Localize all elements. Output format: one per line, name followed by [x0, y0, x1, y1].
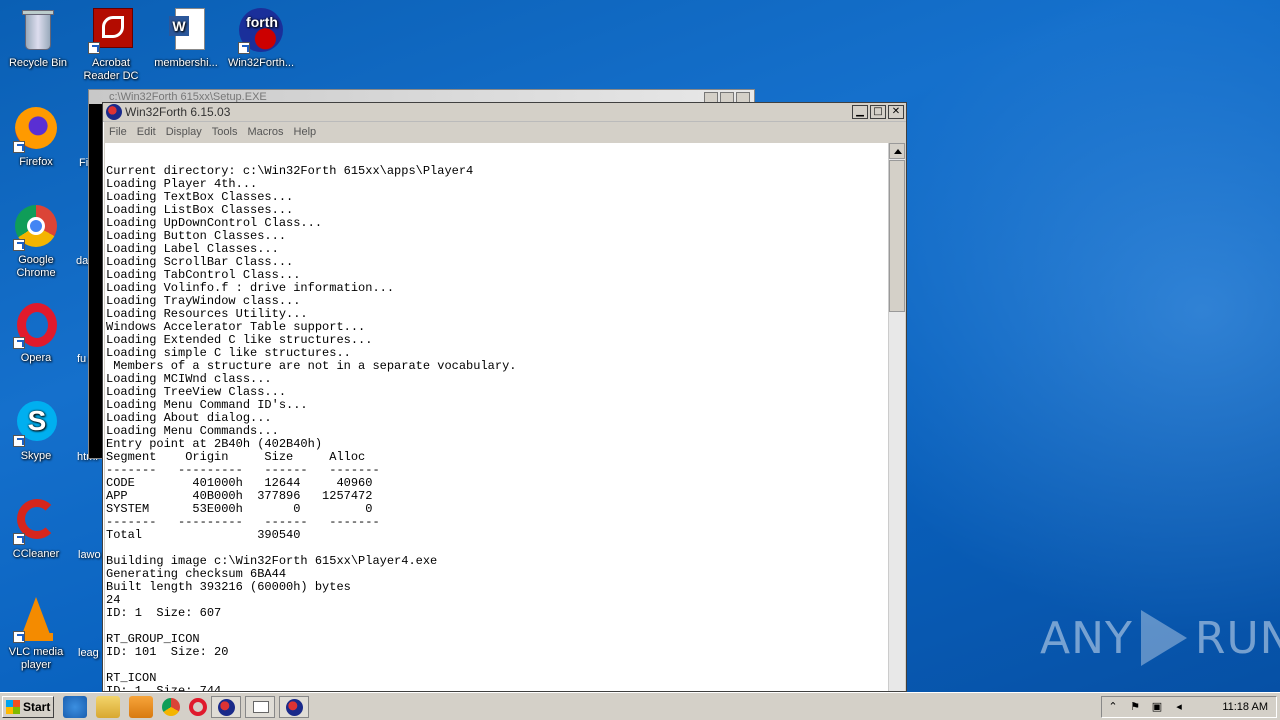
vlc-icon	[13, 597, 59, 643]
console-line: ID: 1 Size: 744	[106, 684, 222, 692]
desktop-icon-chrome[interactable]: Google Chrome	[0, 205, 74, 280]
desktop-partial-label: fu	[77, 353, 87, 365]
menu-help[interactable]: Help	[294, 126, 317, 138]
shortcut-arrow-icon	[238, 42, 250, 54]
menu-display[interactable]: Display	[166, 126, 202, 138]
win32forth-window[interactable]: Win32Forth 6.15.03 ▁ □ ✕ File Edit Displ…	[102, 102, 907, 692]
flag-icon[interactable]: ⚑	[1128, 700, 1142, 714]
media-player-icon[interactable]	[129, 695, 153, 718]
word-doc-icon: W	[163, 8, 209, 54]
opera-icon[interactable]	[189, 697, 207, 716]
forth-icon	[106, 104, 122, 120]
menu-edit[interactable]: Edit	[137, 126, 156, 138]
minimize-button[interactable]: ▁	[852, 105, 868, 119]
title-bar[interactable]: Win32Forth 6.15.03 ▁ □ ✕	[103, 103, 906, 122]
desktop-icon-ccleaner[interactable]: CCleaner	[0, 499, 74, 561]
shortcut-arrow-icon	[88, 42, 100, 54]
acrobat-icon	[88, 8, 134, 54]
start-button[interactable]: Start	[2, 695, 54, 718]
desktop-icon-vlc[interactable]: VLC media player	[0, 597, 74, 672]
scroll-thumb[interactable]	[889, 160, 905, 312]
watermark-right-text: RUN	[1194, 612, 1280, 664]
background-console-area	[89, 104, 103, 458]
opera-icon	[13, 303, 59, 349]
desktop-partial-label: da	[76, 255, 89, 267]
desktop-icon-skype[interactable]: S Skype	[0, 401, 74, 463]
menu-macros[interactable]: Macros	[247, 126, 283, 138]
desktop-partial-label: lawo	[78, 549, 101, 561]
recycle-bin-icon	[15, 8, 61, 54]
window-title: Win32Forth 6.15.03	[125, 105, 231, 119]
chrome-icon[interactable]	[162, 697, 180, 716]
forth-icon	[286, 698, 303, 716]
taskbar-item-setup[interactable]	[245, 695, 275, 718]
folder-icon[interactable]	[96, 695, 120, 718]
skype-icon: S	[13, 401, 59, 447]
window-icon	[253, 700, 269, 713]
shortcut-arrow-icon	[13, 141, 25, 153]
vertical-scrollbar[interactable]	[888, 143, 905, 691]
shortcut-arrow-icon	[13, 239, 25, 251]
taskbar-item-win32forth[interactable]	[211, 695, 241, 718]
scroll-up-button[interactable]	[889, 143, 905, 159]
shortcut-arrow-icon	[13, 337, 25, 349]
desktop-icon-membership-doc[interactable]: W membershi...	[148, 8, 224, 70]
show-hidden-icons-icon[interactable]: ⌃	[1106, 700, 1120, 714]
desktop-icon-acrobat[interactable]: Acrobat Reader DC	[73, 8, 149, 83]
close-button[interactable]: ✕	[888, 105, 904, 119]
console-line: ID: 1 Size: 607	[106, 606, 222, 620]
menu-tools[interactable]: Tools	[212, 126, 238, 138]
desktop-icon-firefox[interactable]: Firefox	[0, 107, 74, 169]
desktop-icon-recycle-bin[interactable]: Recycle Bin	[0, 8, 76, 70]
menu-file[interactable]: File	[109, 126, 127, 138]
console-text: Current directory: c:\Win32Forth 615xx\a…	[105, 143, 888, 692]
taskbar: Start ⌃ ⚑ ▣ ◂ 11:18 AM	[0, 692, 1280, 720]
system-tray: ⌃ ⚑ ▣ ◂ 11:18 AM	[1101, 696, 1277, 718]
shortcut-arrow-icon	[13, 533, 25, 545]
forth-icon: forth	[238, 8, 284, 54]
chrome-icon	[13, 205, 59, 251]
windows-logo-icon	[6, 699, 20, 714]
clock[interactable]: 11:18 AM	[1222, 701, 1268, 713]
menu-bar: File Edit Display Tools Macros Help	[103, 122, 906, 142]
network-icon[interactable]: ▣	[1150, 700, 1164, 714]
console-line: ID: 101 Size: 20	[106, 645, 229, 659]
desktop-icon-opera[interactable]: Opera	[0, 303, 74, 365]
console-line: 24	[106, 593, 121, 607]
desktop-icon-win32forth[interactable]: forth Win32Forth...	[223, 8, 299, 70]
console-line: Total 390540	[106, 528, 301, 542]
shortcut-arrow-icon	[13, 631, 25, 643]
start-label: Start	[23, 699, 51, 714]
console-line: Built length 393216 (60000h) bytes	[106, 580, 351, 594]
ccleaner-icon	[13, 499, 59, 545]
desktop-partial-label: Fi	[79, 157, 89, 169]
play-icon	[1140, 610, 1187, 666]
shortcut-arrow-icon	[13, 435, 25, 447]
volume-icon[interactable]: ◂	[1172, 700, 1186, 714]
internet-explorer-icon[interactable]	[63, 695, 87, 718]
maximize-button[interactable]: □	[870, 105, 886, 119]
console-output[interactable]: Current directory: c:\Win32Forth 615xx\a…	[105, 143, 888, 691]
watermark-left-text: ANY	[1040, 612, 1133, 664]
taskbar-item-win32forth-2[interactable]	[279, 695, 309, 718]
anyrun-watermark: ANY RUN	[1040, 610, 1280, 666]
console-line: RT_ICON	[106, 671, 157, 685]
firefox-icon	[13, 107, 59, 153]
desktop-partial-label: leag	[78, 647, 99, 659]
forth-icon	[218, 698, 235, 716]
